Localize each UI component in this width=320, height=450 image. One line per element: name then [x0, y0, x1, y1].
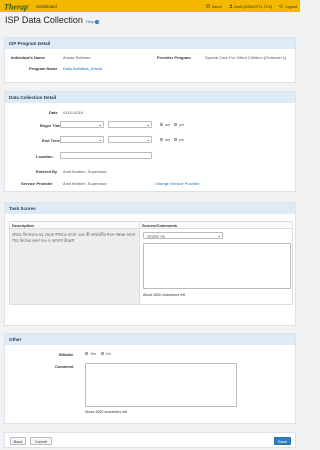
user-icon: [229, 4, 233, 8]
individual-value: Anwar Rahman: [63, 55, 91, 60]
program-detail-panel: ISP Program Detail Individual's Name Anw…: [4, 37, 296, 83]
end-minute-select[interactable]: [108, 136, 152, 143]
begin-hour-select[interactable]: [60, 121, 104, 128]
program-name-link[interactable]: Daily Activities_Anwar: [63, 66, 102, 71]
description-column-header: Description: [9, 221, 140, 229]
entered-by-value: Amit Ibrahim, Supervisor: [63, 169, 107, 174]
change-service-provider-link[interactable]: Change Service Provider: [155, 181, 199, 186]
inbox-link[interactable]: Inbox: [206, 4, 222, 9]
form-footer: Back Cancel Save: [4, 432, 296, 448]
therap-logo[interactable]: Therap®: [4, 0, 30, 13]
end-pm-radio[interactable]: [174, 138, 178, 142]
panel-heading: Task Scores: [5, 203, 295, 214]
location-label: Location: [36, 154, 53, 159]
panel-heading: Data Collection Detail: [5, 92, 295, 103]
chevron-down-icon: [147, 139, 149, 141]
comment-textarea[interactable]: [85, 363, 237, 407]
provider-program-label: Provider Program: [157, 55, 191, 60]
individual-label: Individual's Name: [11, 55, 45, 60]
envelope-icon: [206, 4, 211, 8]
power-icon: [279, 4, 283, 8]
character-counter: About 3000 characters left: [143, 293, 185, 297]
end-time-label: End Time: [42, 138, 60, 143]
score-select[interactable]: প্রযোজ্য নয়: [143, 232, 223, 239]
dashboard-link[interactable]: Dashboard: [36, 4, 57, 9]
task-description: প্রথমে নিজেদের ঘর থেকে পশ্চাতে যাবো এবং …: [9, 228, 140, 305]
character-counter: About 3000 characters left: [85, 410, 127, 414]
top-navigation-bar: Therap® Dashboard Inbox Amit (DEMOTO-TC2…: [0, 0, 300, 12]
provider-program-value: Special Care For Gifted Children (Outrea…: [205, 55, 287, 60]
other-panel: Other Billable Yes No Comment About 3000…: [4, 333, 296, 424]
service-provider-label: Service Provider: [21, 181, 53, 186]
score-comment-textarea[interactable]: [143, 243, 291, 289]
location-input[interactable]: [60, 152, 152, 159]
date-label: Date: [49, 110, 58, 115]
billable-yes-radio[interactable]: [85, 352, 89, 356]
end-am-radio[interactable]: [160, 138, 164, 142]
user-menu[interactable]: Amit (DEMOTO-TC2): [229, 4, 272, 9]
billable-label: Billable: [59, 352, 74, 357]
back-button[interactable]: Back: [10, 437, 26, 445]
save-button[interactable]: Save: [274, 437, 291, 445]
scores-column-header: Scores/Comments: [139, 221, 293, 229]
date-value: 01/01/2016: [63, 110, 84, 115]
panel-heading: ISP Program Detail: [5, 38, 295, 49]
service-provider-value: Amit Ibrahim, Supervisor: [63, 181, 107, 186]
page-title-row: ISP Data Collection Help ?: [5, 15, 100, 25]
score-cell: প্রযোজ্য নয় About 3000 characters left: [139, 228, 293, 305]
chevron-down-icon: [99, 124, 101, 126]
chevron-down-icon: [99, 139, 101, 141]
entered-by-label: Entered By: [36, 169, 58, 174]
data-collection-panel: Data Collection Detail Date 01/01/2016 B…: [4, 91, 296, 192]
begin-pm-radio[interactable]: [174, 123, 178, 127]
program-name-label: Program Name: [29, 66, 58, 71]
comment-label: Comment: [55, 364, 74, 369]
page-title: ISP Data Collection: [5, 15, 83, 25]
help-link[interactable]: Help ?: [86, 19, 100, 24]
question-icon: ?: [95, 19, 100, 24]
chevron-down-icon: [218, 235, 220, 237]
billable-no-radio[interactable]: [101, 352, 105, 356]
end-hour-select[interactable]: [60, 136, 104, 143]
begin-time-label: Begin Time: [40, 123, 62, 128]
panel-heading: Other: [5, 334, 295, 345]
task-scores-table: Description Scores/Comments প্রথমে নিজেদ…: [9, 221, 293, 305]
begin-minute-select[interactable]: [108, 121, 152, 128]
table-row: প্রথমে নিজেদের ঘর থেকে পশ্চাতে যাবো এবং …: [9, 228, 293, 305]
chevron-down-icon: [147, 124, 149, 126]
cancel-button[interactable]: Cancel: [30, 437, 52, 445]
logout-link[interactable]: Logout: [279, 4, 297, 9]
begin-am-radio[interactable]: [160, 123, 164, 127]
task-scores-panel: Task Scores Description Scores/Comments …: [4, 202, 296, 326]
